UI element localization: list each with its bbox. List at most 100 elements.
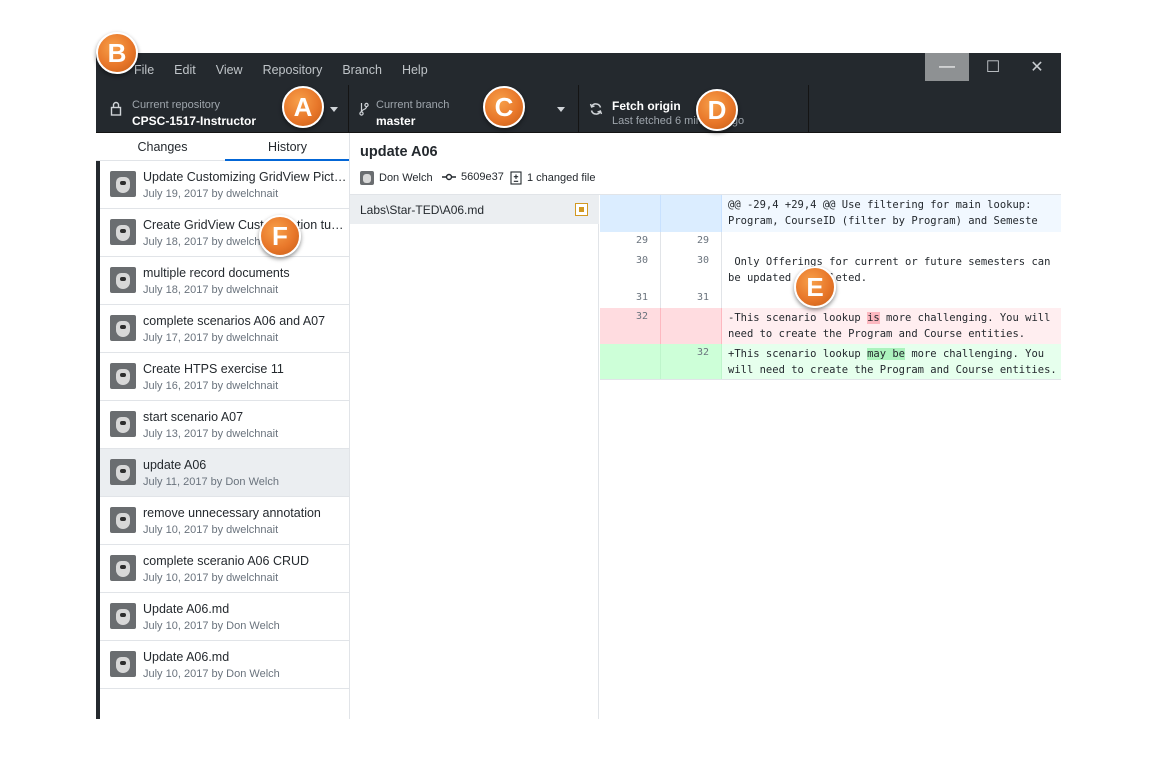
commit-item-title: update A06	[143, 458, 207, 472]
line-text-pre: -This scenario lookup	[728, 312, 868, 324]
old-line-number: 29	[600, 232, 661, 252]
commit-summary: update A06 Don Welch 5609e37 1 changed f…	[350, 133, 1061, 195]
menu-view[interactable]: View	[216, 61, 243, 77]
commit-icon	[442, 173, 456, 181]
added-word: may be	[867, 348, 906, 360]
repo-name: CPSC-1517-Instructor	[132, 114, 257, 128]
old-line-number: 31	[600, 290, 661, 308]
annotation-badge-d: D	[696, 89, 738, 131]
annotation-badge-b: B	[96, 32, 138, 74]
commit-item-meta: July 11, 2017 by Don Welch	[143, 476, 279, 488]
sync-icon	[589, 102, 603, 119]
maximize-button[interactable]: ☐	[971, 53, 1015, 81]
new-line-number	[661, 308, 722, 344]
close-button[interactable]: ✕	[1015, 53, 1059, 81]
added-line: 32 +This scenario lookup may be more cha…	[600, 344, 1061, 380]
lock-icon	[110, 101, 122, 119]
commit-detail: update A06 Don Welch 5609e37 1 changed f…	[350, 133, 1061, 719]
commit-item[interactable]: complete sceranio A06 CRUD July 10, 2017 …	[100, 545, 349, 593]
branch-caption: Current branch	[376, 99, 450, 111]
sidebar-edge	[96, 161, 100, 719]
avatar	[110, 603, 136, 629]
commit-item-title: complete sceranio A06 CRUD	[143, 554, 310, 568]
menu-file[interactable]: File	[134, 61, 154, 77]
tab-changes[interactable]: Changes	[100, 133, 225, 161]
changed-file-list: Labs\Star-TED\A06.md	[350, 195, 599, 719]
title-bar: File Edit View Repository Branch Help — …	[96, 53, 1061, 85]
diff-file-icon	[510, 171, 522, 185]
sidebar-tabs: Changes History	[96, 133, 349, 161]
file-item[interactable]: Labs\Star-TED\A06.md	[350, 195, 599, 224]
history-sidebar: Changes History July 19, 2017 by dwelchn…	[96, 133, 350, 719]
chevron-down-icon	[330, 107, 338, 112]
commit-item[interactable]: update A06 July 11, 2017 by Don Welch	[100, 449, 349, 497]
fetch-title: Fetch origin	[612, 99, 681, 113]
avatar	[110, 651, 136, 677]
menu-edit[interactable]: Edit	[174, 61, 196, 77]
repo-caption: Current repository	[132, 99, 221, 111]
commit-item[interactable]: Update A06.md July 10, 2017 by Don Welch	[100, 641, 349, 689]
minimize-button[interactable]: —	[925, 53, 969, 81]
commit-item-title: multiple record documents	[143, 266, 290, 280]
new-line-number: 31	[661, 290, 722, 308]
changed-count: 1 changed file	[527, 172, 596, 184]
avatar	[110, 363, 136, 389]
fetch-origin-button[interactable]: Fetch origin Last fetched 6 minutes ago	[579, 85, 809, 133]
file-path: Labs\Star-TED\A06.md	[360, 203, 485, 217]
commit-item[interactable]: Update Customizing GridView Picture... Ju…	[100, 161, 349, 209]
commit-item-meta: July 13, 2017 by dwelchnait	[143, 428, 279, 440]
menu-repository[interactable]: Repository	[263, 61, 323, 77]
line-text: Only Offerings for current or future sem…	[728, 256, 1051, 284]
commit-sha: 5609e37	[442, 171, 504, 183]
line-text-pre: +This scenario lookup	[728, 348, 868, 360]
commit-item-meta: July 19, 2017 by dwelchnait	[143, 188, 279, 200]
commit-item-meta: July 10, 2017 by Don Welch	[143, 620, 280, 632]
commit-item[interactable]: Create HTPS exercise 11 July 16, 2017 by …	[100, 353, 349, 401]
avatar	[110, 507, 136, 533]
commit-item-title: Update A06.md	[143, 602, 230, 616]
commit-item[interactable]: multiple record documents July 18, 2017 b…	[100, 257, 349, 305]
commit-item[interactable]: start scenario A07 July 13, 2017 by dwelc…	[100, 401, 349, 449]
branch-selector[interactable]: Current branch master	[349, 85, 579, 133]
removed-word: is	[867, 312, 880, 324]
new-line-number: 29	[661, 232, 722, 252]
old-line-number: 30	[600, 252, 661, 290]
old-line-number: 32	[600, 308, 661, 344]
annotation-badge-f: F	[259, 215, 301, 257]
avatar	[110, 219, 136, 245]
author-name: Don Welch	[379, 172, 433, 184]
commit-title: update A06	[360, 144, 438, 160]
line-text: +This scenario lookup may be more challe…	[728, 346, 1061, 378]
commit-item-meta: July 17, 2017 by dwelchnait	[143, 332, 279, 344]
hunk-header: @@ -29,4 +29,4 @@ Use filtering for main…	[600, 195, 1061, 232]
commit-item[interactable]: complete scenarios A06 and A07 July 17, 2…	[100, 305, 349, 353]
commit-item-title: remove unnecessary annotation	[143, 506, 321, 520]
line-text: -This scenario lookup is more challengin…	[728, 310, 1061, 342]
diff-line: 29 29	[600, 232, 1061, 252]
commit-item[interactable]: Create GridView Customization tuto... Jul…	[100, 209, 349, 257]
commit-item-meta: July 16, 2017 by dwelchnait	[143, 380, 279, 392]
avatar	[110, 555, 136, 581]
tab-history[interactable]: History	[225, 133, 349, 161]
github-desktop-window: File Edit View Repository Branch Help — …	[96, 53, 1061, 719]
commit-item[interactable]: Update A06.md July 10, 2017 by Don Welch	[100, 593, 349, 641]
annotation-badge-e: E	[794, 266, 836, 308]
deleted-line: 32 -This scenario lookup is more challen…	[600, 308, 1061, 344]
commit-item-meta: July 10, 2017 by dwelchnait	[143, 524, 279, 536]
menu-help[interactable]: Help	[402, 61, 428, 77]
commit-item-title: Create GridView Customization tuto...	[143, 218, 347, 232]
new-line-number: 32	[661, 344, 722, 379]
menu-branch[interactable]: Branch	[342, 61, 382, 77]
annotation-badge-c: C	[483, 86, 525, 128]
commit-item-meta: July 10, 2017 by Don Welch	[143, 668, 280, 680]
avatar	[110, 267, 136, 293]
commit-item[interactable]: remove unnecessary annotation July 10, 20…	[100, 497, 349, 545]
commit-item-title: Create HTPS exercise 11	[143, 362, 284, 376]
commit-item-title: start scenario A07	[143, 410, 244, 424]
modified-icon	[575, 203, 588, 216]
new-line-number: 30	[661, 252, 722, 290]
new-line-number	[661, 195, 722, 232]
avatar	[360, 171, 374, 185]
sha-value: 5609e37	[461, 171, 504, 183]
branch-icon	[359, 102, 369, 119]
